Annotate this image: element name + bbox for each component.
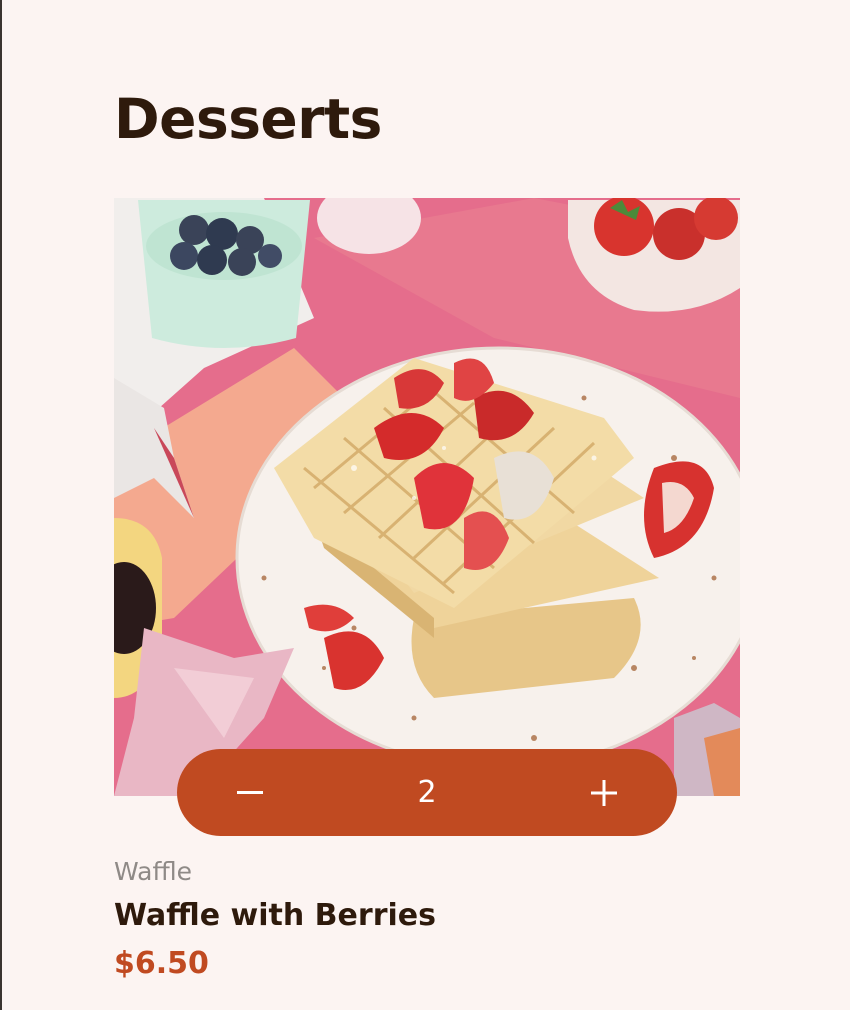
decrement-button[interactable] bbox=[225, 768, 275, 818]
product-name: Waffle with Berries bbox=[114, 898, 436, 933]
increment-button[interactable] bbox=[579, 768, 629, 818]
window-edge bbox=[0, 0, 2, 1010]
quantity-value: 2 bbox=[417, 775, 437, 810]
quantity-stepper[interactable]: 2 bbox=[177, 749, 677, 836]
product-price: $6.50 bbox=[114, 946, 209, 981]
product-card: 2 bbox=[114, 198, 740, 836]
plus-icon bbox=[591, 779, 617, 806]
product-image[interactable] bbox=[114, 198, 740, 796]
minus-icon bbox=[237, 790, 263, 794]
page-title: Desserts bbox=[114, 87, 382, 151]
product-category: Waffle bbox=[114, 857, 192, 886]
